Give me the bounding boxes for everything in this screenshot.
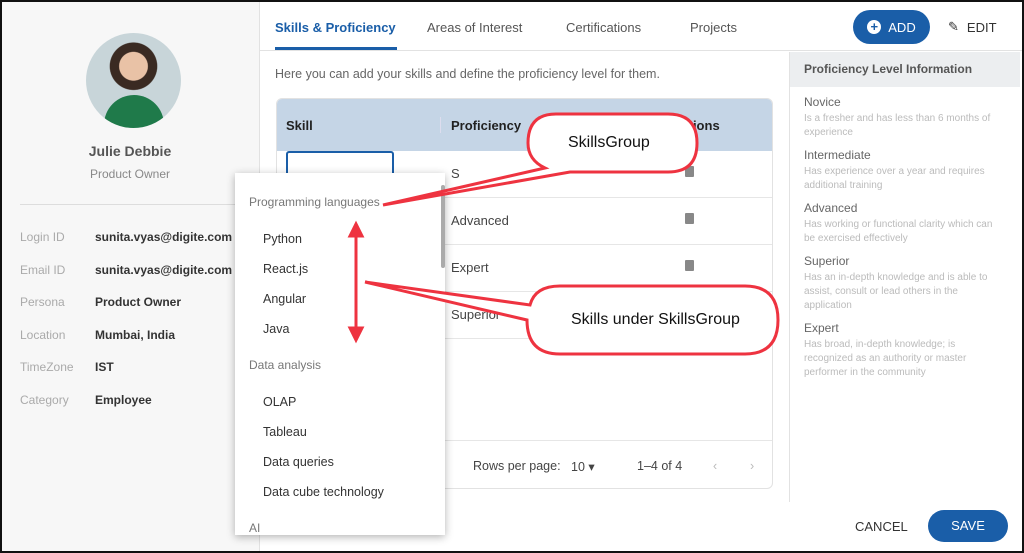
double-arrow [347, 220, 365, 344]
callout-skillsgroup-text: SkillsGroup [568, 134, 650, 151]
callout-skills-text: Skills under SkillsGroup [571, 311, 740, 328]
callout-skillsgroup [382, 112, 699, 207]
annotation-overlay [347, 112, 780, 356]
